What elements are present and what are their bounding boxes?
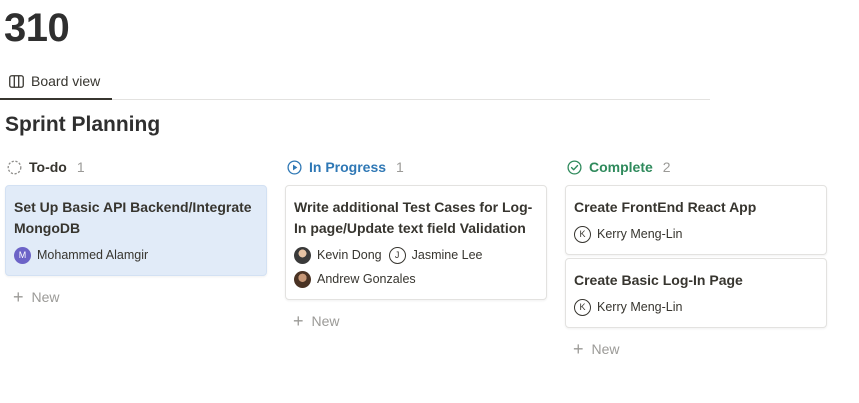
new-card-button[interactable]: + New (285, 306, 547, 336)
assignee-name: Andrew Gonzales (317, 272, 416, 286)
board-column-complete: Complete 2 Create FrontEnd React App K K… (565, 152, 827, 364)
assignees: K Kerry Meng-Lin (574, 297, 818, 317)
card[interactable]: Write additional Test Cases for Log-In p… (285, 185, 547, 300)
avatar: K (574, 298, 591, 316)
page-title: 310 (4, 6, 70, 50)
card-title: Create Basic Log-In Page (574, 272, 743, 288)
assignee-name: Mohammed Alamgir (37, 248, 149, 262)
avatar: K (574, 225, 591, 243)
assignee-name: Kevin Dong (317, 248, 382, 262)
column-count: 2 (662, 159, 671, 175)
new-label: New (31, 289, 60, 305)
column-count: 1 (76, 159, 85, 175)
assignee: K Kerry Meng-Lin (574, 297, 682, 317)
column-name: To-do (29, 159, 67, 175)
column-name: In Progress (309, 159, 387, 175)
board-view-icon (9, 74, 24, 88)
assignee-name: Jasmine Lee (411, 248, 483, 262)
assignee: K Kerry Meng-Lin (574, 224, 682, 244)
card-title: Set Up Basic API Backend/Integrate Mongo… (14, 199, 252, 236)
column-name: Complete (589, 159, 653, 175)
assignee-name: Kerry Meng-Lin (597, 227, 683, 241)
column-count: 1 (396, 159, 404, 175)
assignee-name: Kerry Meng-Lin (597, 300, 683, 314)
plus-icon: + (293, 311, 304, 331)
avatar (294, 270, 311, 288)
assignee: M Mohammed Alamgir (14, 245, 148, 265)
assignee: Kevin Dong (294, 245, 382, 265)
new-card-button[interactable]: + New (565, 334, 827, 364)
view-tabs: Board view (0, 64, 710, 100)
play-circle-icon (286, 159, 302, 175)
board-column-in-progress: In Progress 1 Write additional Test Case… (285, 152, 547, 336)
assignees: Kevin Dong J Jasmine Lee Andrew Gonzales (294, 245, 538, 289)
plus-icon: + (13, 287, 24, 307)
tab-label: Board view (31, 73, 101, 89)
card-title: Create FrontEnd React App (574, 199, 757, 215)
dashed-circle-icon (6, 159, 22, 175)
assignees: K Kerry Meng-Lin (574, 224, 818, 244)
avatar: M (14, 246, 31, 264)
new-label: New (591, 341, 620, 357)
column-header-in-progress[interactable]: In Progress 1 (285, 152, 547, 182)
database-title: Sprint Planning (5, 113, 161, 136)
card[interactable]: Create Basic Log-In Page K Kerry Meng-Li… (565, 258, 827, 328)
check-circle-icon (566, 159, 582, 175)
assignees: M Mohammed Alamgir (14, 245, 258, 265)
avatar (294, 246, 311, 264)
column-header-complete[interactable]: Complete 2 (565, 152, 827, 182)
card[interactable]: Create FrontEnd React App K Kerry Meng-L… (565, 185, 827, 255)
new-label: New (311, 313, 340, 329)
assignee: Andrew Gonzales (294, 269, 416, 289)
column-header-todo[interactable]: To-do 1 (5, 152, 267, 182)
plus-icon: + (573, 339, 584, 359)
card-title: Write additional Test Cases for Log-In p… (294, 199, 533, 236)
avatar: J (388, 246, 406, 264)
assignee: J Jasmine Lee (388, 245, 483, 265)
board-column-todo: To-do 1 Set Up Basic API Backend/Integra… (5, 152, 267, 312)
new-card-button[interactable]: + New (5, 282, 267, 312)
tab-board-view[interactable]: Board view (0, 64, 112, 100)
card[interactable]: Set Up Basic API Backend/Integrate Mongo… (5, 185, 267, 276)
